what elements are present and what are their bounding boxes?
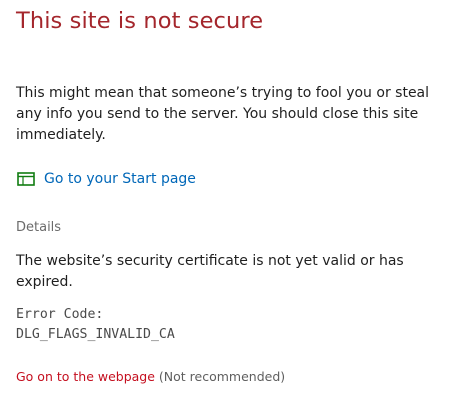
continue-row: Go on to the webpage (Not recommended) bbox=[16, 368, 456, 386]
error-code-label: Error Code: bbox=[16, 307, 104, 322]
start-page-icon bbox=[17, 172, 35, 186]
error-code-block: Error Code: DLG_FLAGS_INVALID_CA bbox=[16, 305, 456, 345]
start-page-link-label[interactable]: Go to your Start page bbox=[44, 171, 196, 187]
certificate-message: The website’s security certificate is no… bbox=[16, 253, 404, 290]
start-page-link[interactable]: Go to your Start page bbox=[16, 168, 196, 190]
not-recommended-note: (Not recommended) bbox=[158, 369, 286, 384]
error-page: This site is not secure This might mean … bbox=[16, 6, 456, 386]
error-code-value: DLG_FLAGS_INVALID_CA bbox=[16, 327, 175, 342]
page-title: This site is not secure bbox=[16, 8, 264, 34]
go-on-to-webpage-link[interactable]: Go on to the webpage bbox=[16, 369, 155, 384]
details-heading: Details bbox=[16, 220, 62, 235]
warning-message: This might mean that someone’s trying to… bbox=[16, 85, 430, 143]
